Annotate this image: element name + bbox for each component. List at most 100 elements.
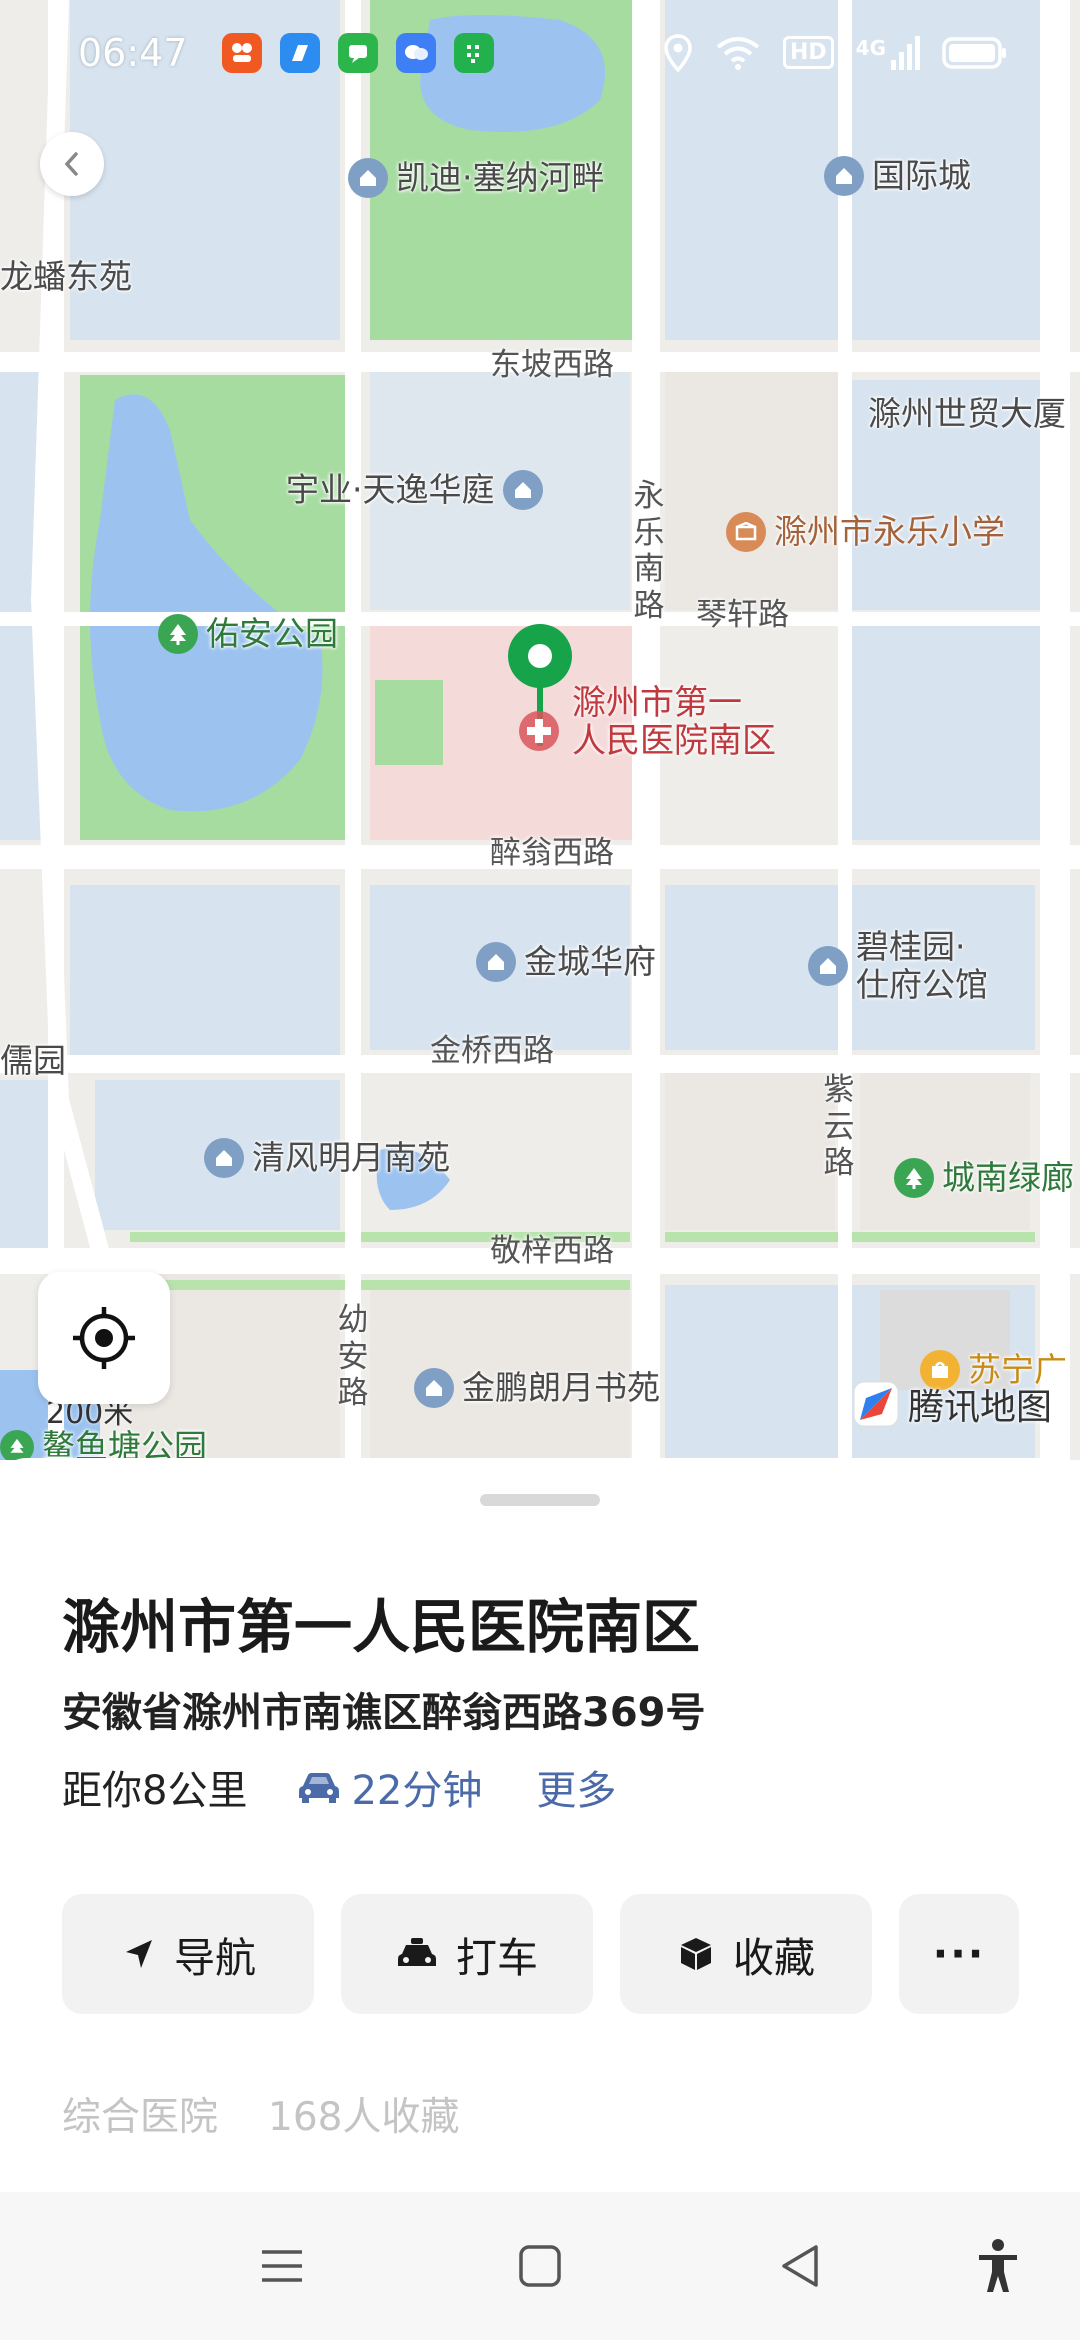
map-view[interactable]: 凯迪·塞纳河畔 国际城 龙蟠东苑 滁州世贸大厦 宇业·天逸华庭 滁州市永乐小学 …: [0, 0, 1080, 1460]
residence-icon: [348, 158, 388, 198]
poi-label-ruyuan: 儒园: [0, 1041, 66, 1080]
road-label-jinqiao: 金桥西路: [430, 1033, 554, 1069]
poi-guojicheng[interactable]: 国际城: [824, 156, 971, 196]
signal-type-label: 4G: [855, 35, 886, 60]
system-nav-bar: [0, 2192, 1080, 2340]
poi-kaidi[interactable]: 凯迪·塞纳河畔: [348, 158, 605, 198]
road-label-youan: 幼安路: [337, 1302, 369, 1412]
poi-label: 金城华府: [524, 942, 656, 982]
back-nav-button[interactable]: [768, 2234, 832, 2298]
cell-signal-icon: 4G: [855, 35, 920, 70]
distance-text: 距你8公里: [62, 1768, 248, 1814]
poi-biguiyuan[interactable]: 碧桂园· 仕府公馆: [808, 928, 988, 1004]
distance-row: 距你8公里 22分钟 更多: [62, 1758, 616, 1816]
favorite-button[interactable]: 收藏: [620, 1894, 872, 2014]
poi-jincheng[interactable]: 金城华府: [476, 942, 656, 982]
tencent-map-logo-icon: [853, 1381, 899, 1427]
wifi-icon: [716, 36, 760, 70]
square-icon: [519, 2245, 561, 2287]
poi-label: 清风明月南苑: [252, 1138, 450, 1178]
poi-yongle-school[interactable]: 滁州市永乐小学: [726, 512, 1005, 552]
road-label-ziyun: 紫云路: [823, 1072, 855, 1182]
chevron-left-icon: [64, 152, 78, 176]
poi-label-longpan: 龙蟠东苑: [0, 257, 132, 296]
sheet-drag-handle[interactable]: [480, 1494, 600, 1506]
residence-icon: [414, 1368, 454, 1408]
poi-chengnan[interactable]: 城南绿廊: [894, 1158, 1074, 1198]
poi-label: 佑安公园: [206, 614, 338, 654]
tree-icon: [0, 1429, 34, 1460]
poi-label: 金鹏朗月书苑: [462, 1368, 660, 1408]
poi-label: 凯迪·塞纳河畔: [396, 158, 605, 198]
app-a-icon: [221, 32, 262, 73]
accessibility-button[interactable]: [966, 2234, 1030, 2298]
recent-apps-button[interactable]: [250, 2234, 314, 2298]
road-label-qinxuan: 琴轩路: [696, 597, 789, 633]
poi-label: 城南绿廊: [942, 1158, 1074, 1198]
poi-label: 宇业·天逸华庭: [286, 470, 495, 510]
road-label-zuiweng: 醉翁西路: [490, 835, 614, 871]
taxi-icon: [398, 1938, 436, 1966]
poi-label-shimao: 滁州世贸大厦: [868, 394, 1066, 433]
crosshair-icon: [73, 1307, 135, 1369]
navigate-button[interactable]: 导航: [62, 1894, 314, 2014]
category-label: 综合医院: [62, 2095, 219, 2140]
more-link[interactable]: 更多: [536, 1758, 616, 1816]
place-detail-sheet[interactable]: 滁州市第一人民医院南区 安徽省滁州市南谯区醉翁西路369号 距你8公里 22分钟…: [0, 1458, 1080, 2192]
triangle-back-icon: [782, 2245, 818, 2287]
poi-yuye[interactable]: 宇业·天逸华庭: [286, 470, 543, 510]
home-button[interactable]: [508, 2234, 572, 2298]
status-time: 06:47: [78, 30, 188, 75]
poi-label: 碧桂园· 仕府公馆: [856, 927, 988, 1004]
car-icon: [299, 1773, 340, 1803]
residence-icon: [824, 156, 864, 196]
poi-label: 国际城: [872, 156, 971, 196]
drive-time-label: 22分钟: [351, 1768, 483, 1814]
residence-icon: [502, 470, 543, 510]
brand-label: 腾讯地图: [907, 1387, 1052, 1428]
navigate-label: 导航: [174, 1934, 256, 1982]
poi-qingfeng[interactable]: 清风明月南苑: [204, 1138, 450, 1178]
navigation-arrow-icon: [126, 1940, 152, 1968]
residence-icon: [204, 1138, 244, 1178]
drive-time[interactable]: 22分钟: [297, 1758, 482, 1816]
poi-youan-park[interactable]: 佑安公园: [158, 614, 338, 654]
box-icon: [681, 1938, 711, 1970]
road-label-jingzi: 敬梓西路: [490, 1233, 614, 1269]
chat-icon: [395, 32, 436, 73]
residence-icon: [808, 945, 848, 986]
place-address: 安徽省滁州市南谯区醉翁西路369号: [62, 1690, 706, 1736]
location-icon: [664, 33, 692, 72]
place-tags: 综合医院 168人收藏: [62, 2086, 459, 2142]
selected-poi-label: 滁州市第一 人民医院南区: [572, 683, 776, 762]
road-label-yongle: 永乐南路: [633, 478, 665, 624]
taxi-button[interactable]: 打车: [341, 1894, 593, 2014]
favorite-label: 收藏: [733, 1934, 815, 1982]
more-actions-label: ···: [932, 1930, 986, 1978]
favorites-count: 168人收藏: [268, 2095, 460, 2140]
tree-icon: [894, 1158, 934, 1198]
poi-label: 滁州市永乐小学: [774, 512, 1005, 552]
place-title: 滁州市第一人民医院南区: [62, 1593, 701, 1661]
tree-icon: [158, 614, 198, 654]
accessibility-icon: [979, 2239, 1017, 2292]
app-b-icon: [279, 32, 320, 73]
back-button[interactable]: [40, 132, 104, 196]
menu-icon: [262, 2250, 302, 2282]
status-bar: 06:47 HD 4G: [0, 0, 1080, 105]
hd-badge: HD: [782, 36, 834, 69]
battery-icon: [942, 36, 1006, 69]
road-label-dongpo: 东坡西路: [490, 347, 614, 383]
poi-aoyu-park[interactable]: 鳌鱼塘公园: [0, 1428, 207, 1460]
map-brand: 腾讯地图: [852, 1378, 1052, 1430]
message-icon: [337, 32, 378, 73]
my-location-button[interactable]: [38, 1272, 170, 1404]
poi-jinpeng[interactable]: 金鹏朗月书苑: [414, 1368, 660, 1408]
residence-icon: [476, 942, 516, 982]
more-actions-button[interactable]: ···: [899, 1894, 1019, 2014]
school-icon: [726, 512, 766, 552]
taxi-label: 打车: [456, 1934, 538, 1982]
poi-label: 鳌鱼塘公园: [42, 1427, 207, 1460]
app-c-icon: [453, 32, 494, 73]
hospital-icon: [519, 711, 559, 751]
